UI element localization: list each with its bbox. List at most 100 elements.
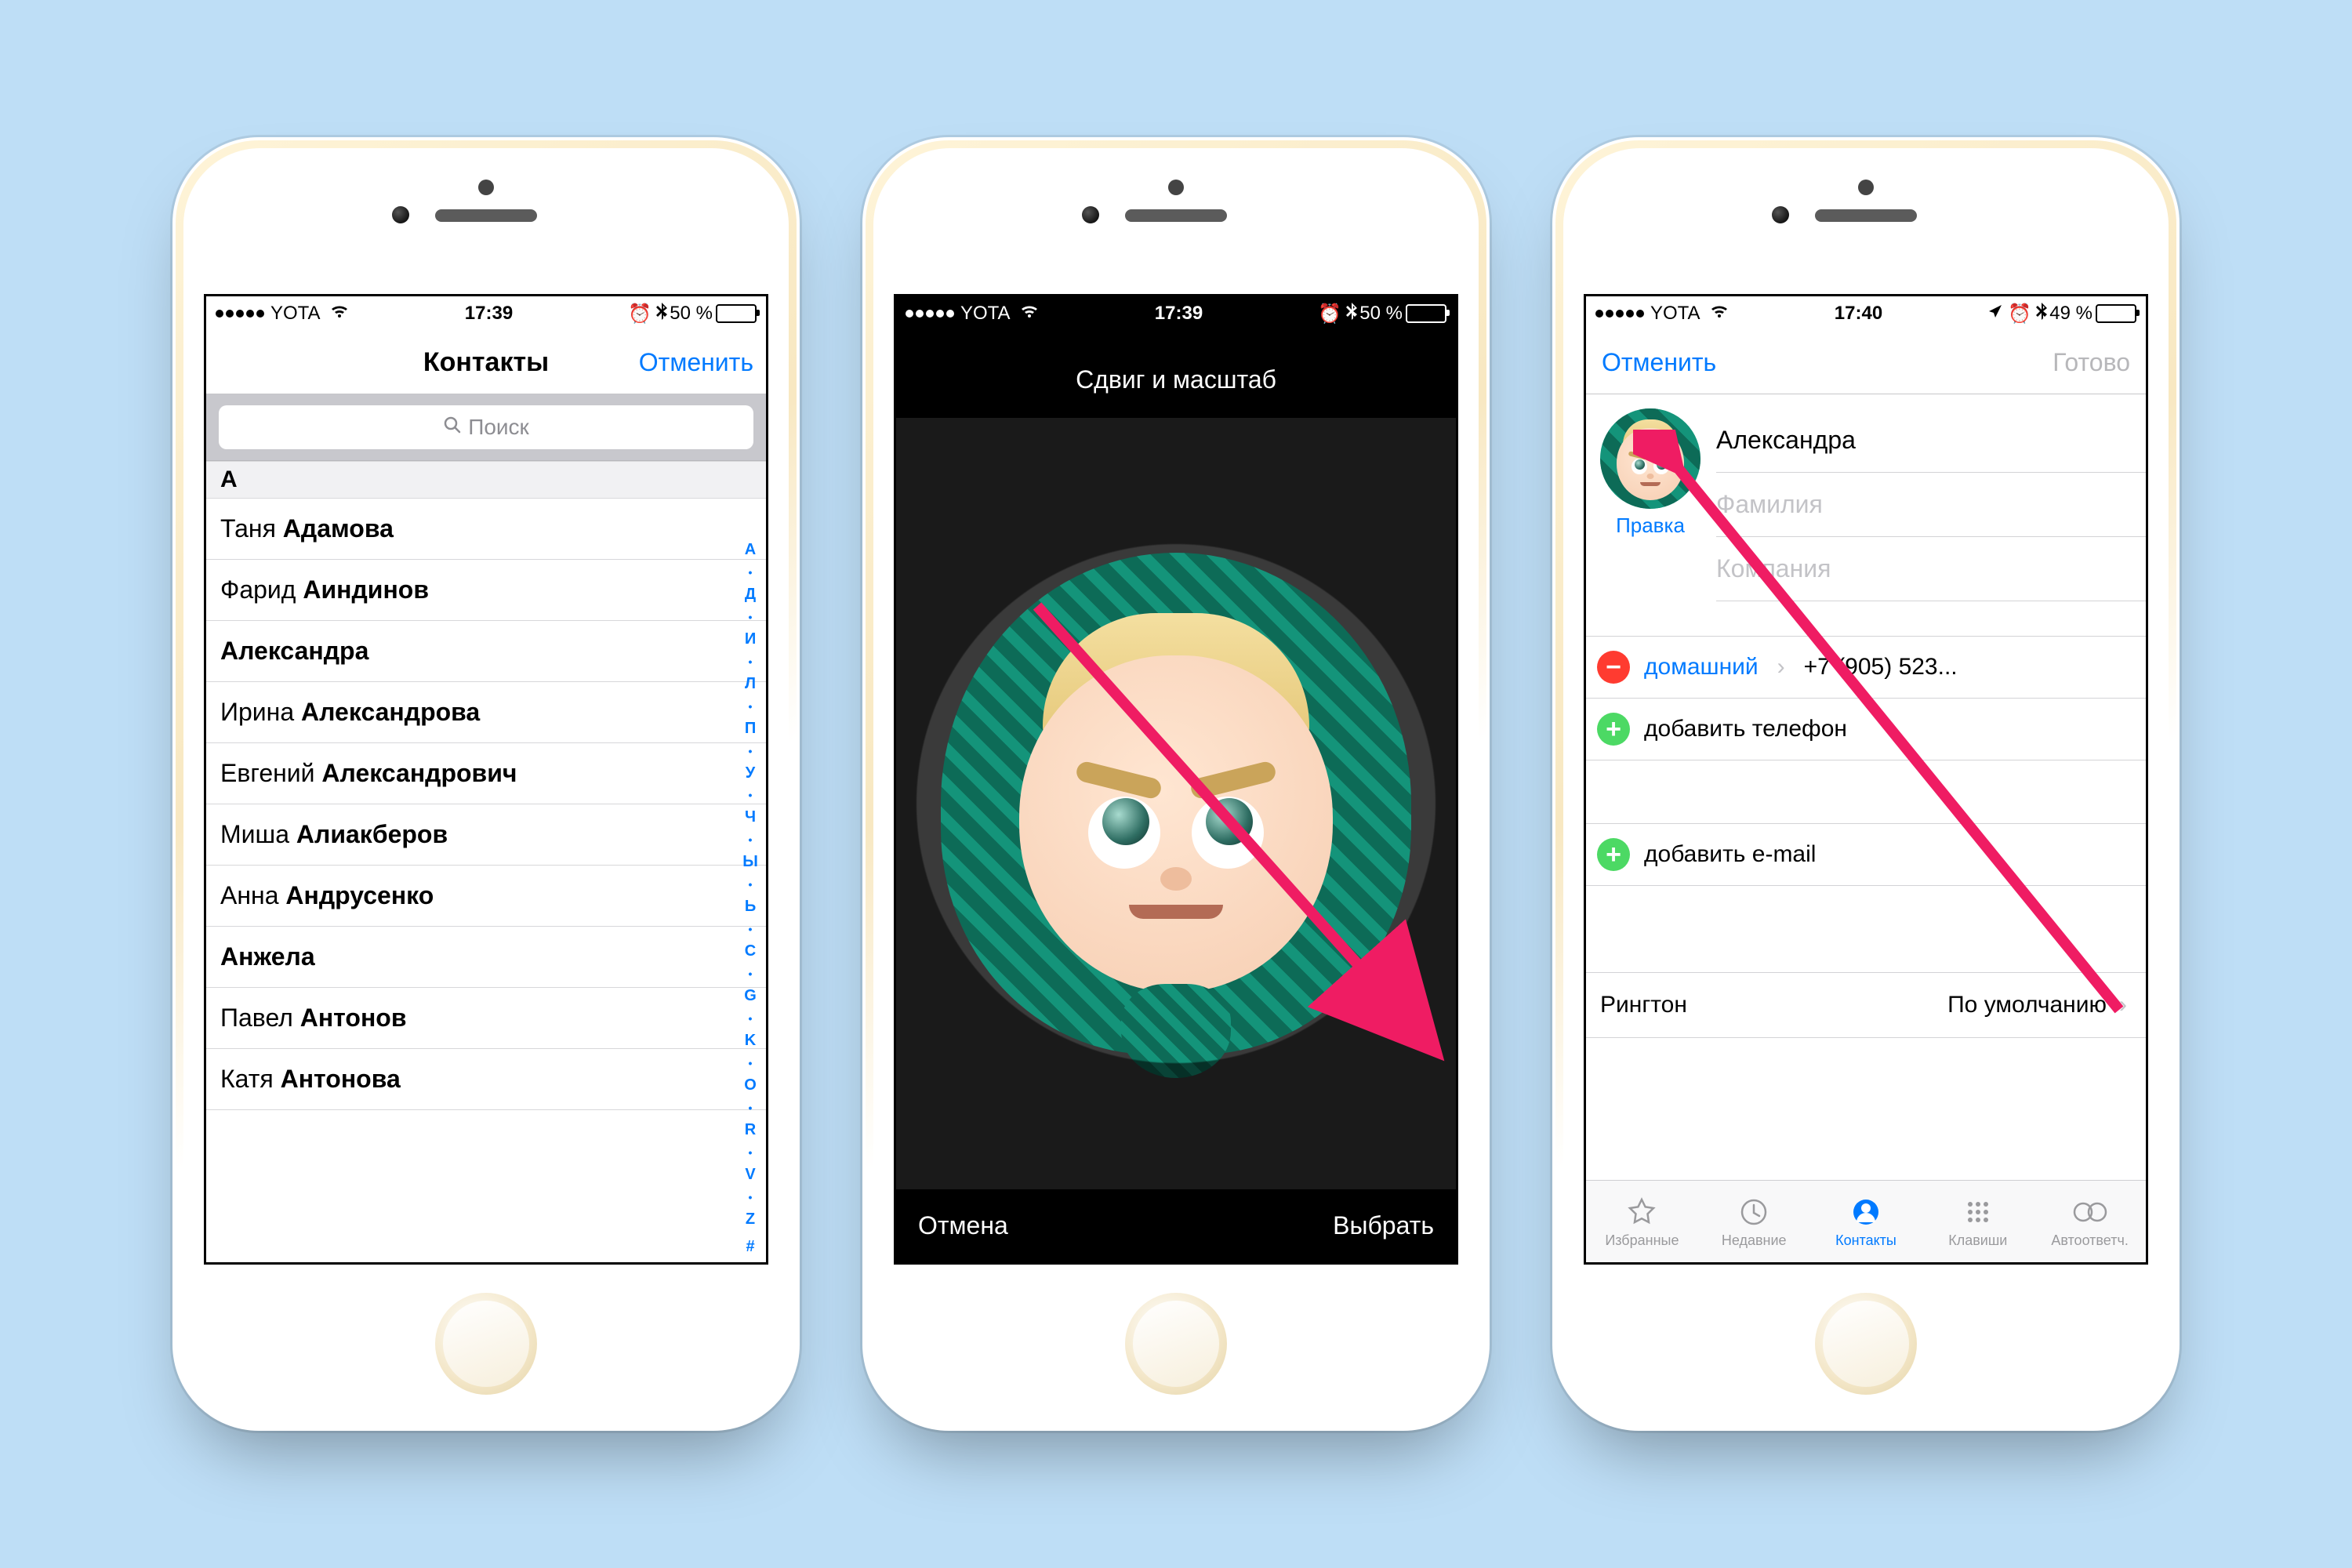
section-header: А xyxy=(206,461,766,499)
choose-button[interactable]: Выбрать xyxy=(1333,1211,1434,1240)
add-email-button[interactable]: + добавить e-mail xyxy=(1586,823,2146,886)
contact-row[interactable]: Павел Антонов xyxy=(206,988,766,1049)
tab-Автоответч.[interactable]: Автоответч. xyxy=(2034,1181,2146,1262)
index-letter[interactable]: • xyxy=(739,791,761,799)
phone-3: YOTA 17:40 ⏰ 49 % Отменить Готово xyxy=(1552,137,2180,1431)
index-letter[interactable]: П xyxy=(739,720,761,738)
tab-bar: Избранные Недавние Контакты Клавиши Автоотве… xyxy=(1586,1180,2146,1262)
last-name-field[interactable]: Фамилия xyxy=(1716,473,2146,537)
status-bar: YOTA 17:39 ⏰ 50 % xyxy=(206,296,766,331)
index-letter[interactable]: Ь xyxy=(739,898,761,916)
index-letter[interactable]: Ч xyxy=(739,808,761,826)
index-letter[interactable]: • xyxy=(739,970,761,978)
screen-edit-contact: YOTA 17:40 ⏰ 49 % Отменить Готово xyxy=(1584,294,2148,1265)
index-letter[interactable]: C xyxy=(739,942,761,960)
wifi-icon xyxy=(1709,303,1730,325)
add-icon: + xyxy=(1597,838,1630,871)
battery-icon xyxy=(716,304,757,323)
status-bar: YOTA 17:39 ⏰ 50 % xyxy=(896,296,1456,331)
index-letter[interactable]: У xyxy=(739,764,761,782)
contact-row[interactable]: Миша Алиакберов xyxy=(206,804,766,866)
tab-label: Контакты xyxy=(1835,1232,1896,1249)
move-scale-title: Сдвиг и масштаб xyxy=(896,331,1456,418)
cancel-button[interactable]: Отмена xyxy=(918,1211,1008,1240)
edit-photo-button[interactable]: Правка xyxy=(1600,514,1700,538)
phone-1: YOTA 17:39 ⏰ 50 % Контакты Отменить Поис xyxy=(172,137,800,1431)
phone-2: YOTA 17:39 ⏰ 50 % Сдвиг и масштаб xyxy=(862,137,1490,1431)
done-button[interactable]: Готово xyxy=(2053,348,2130,377)
index-letter[interactable]: Л xyxy=(739,675,761,693)
contact-row[interactable]: Александра xyxy=(206,621,766,682)
tab-Контакты[interactable]: Контакты xyxy=(1810,1181,1922,1262)
index-letter[interactable]: Ы xyxy=(739,853,761,871)
ringtone-label: Рингтон xyxy=(1600,992,1687,1018)
index-letter[interactable]: И xyxy=(739,630,761,648)
index-letter[interactable]: G xyxy=(739,987,761,1005)
location-icon xyxy=(1987,303,2003,325)
phone-entry[interactable]: − домашний › +7 (905) 523... xyxy=(1586,636,2146,699)
tab-Недавние[interactable]: Недавние xyxy=(1698,1181,1810,1262)
index-letter[interactable]: • xyxy=(739,568,761,576)
index-letter[interactable]: • xyxy=(739,658,761,666)
tab-Клавиши[interactable]: Клавиши xyxy=(1922,1181,2034,1262)
search-icon xyxy=(443,415,462,440)
status-bar: YOTA 17:40 ⏰ 49 % xyxy=(1586,296,2146,331)
tab-label: Автоответч. xyxy=(2051,1232,2128,1249)
index-letter[interactable]: • xyxy=(739,880,761,888)
contact-row[interactable]: Анжела xyxy=(206,927,766,988)
phone-value[interactable]: +7 (905) 523... xyxy=(1804,654,1958,681)
contact-row[interactable]: Катя Антонова xyxy=(206,1049,766,1110)
home-button[interactable] xyxy=(435,1293,537,1395)
first-name-field[interactable]: Александра xyxy=(1716,408,2146,473)
nav-bar: Отменить Готово xyxy=(1586,331,2146,394)
tab-Избранные[interactable]: Избранные xyxy=(1586,1181,1698,1262)
photo-crop-area[interactable] xyxy=(896,418,1456,1189)
wifi-icon xyxy=(329,303,350,325)
contact-row[interactable]: Анна Андрусенко xyxy=(206,866,766,927)
add-phone-button[interactable]: + добавить телефон xyxy=(1586,699,2146,760)
index-letter[interactable]: Z xyxy=(739,1210,761,1229)
index-letter[interactable]: Д xyxy=(739,586,761,604)
tab-label: Избранные xyxy=(1605,1232,1679,1249)
search-input[interactable]: Поиск xyxy=(219,405,753,449)
alarm-icon: ⏰ xyxy=(1318,303,1341,325)
company-field[interactable]: Компания xyxy=(1716,537,2146,601)
battery-icon xyxy=(2096,304,2136,323)
index-letter[interactable]: O xyxy=(739,1076,761,1094)
contact-row[interactable]: Евгений Александрович xyxy=(206,743,766,804)
index-letter[interactable]: • xyxy=(739,1193,761,1201)
contact-row[interactable]: Таня Адамова xyxy=(206,499,766,560)
tab-icon xyxy=(1738,1195,1769,1229)
index-letter[interactable]: R xyxy=(739,1121,761,1139)
index-letter[interactable]: • xyxy=(739,836,761,844)
tab-icon xyxy=(1850,1195,1882,1229)
add-icon: + xyxy=(1597,713,1630,746)
phone-type[interactable]: домашний xyxy=(1644,654,1759,681)
index-letter[interactable]: • xyxy=(739,1014,761,1022)
cancel-button[interactable]: Отменить xyxy=(639,348,753,377)
home-button[interactable] xyxy=(1125,1293,1227,1395)
index-letter[interactable]: # xyxy=(739,1238,761,1256)
index-letter[interactable]: V xyxy=(739,1166,761,1184)
index-letter[interactable]: K xyxy=(739,1032,761,1050)
index-letter[interactable]: • xyxy=(739,747,761,755)
index-letter[interactable]: • xyxy=(739,702,761,710)
delete-icon[interactable]: − xyxy=(1597,651,1630,684)
index-letter[interactable]: А xyxy=(739,541,761,559)
contact-row[interactable]: Ирина Александрова xyxy=(206,682,766,743)
index-letter[interactable]: • xyxy=(739,925,761,933)
index-letter[interactable]: • xyxy=(739,1059,761,1067)
index-letter[interactable]: • xyxy=(739,1104,761,1112)
wifi-icon xyxy=(1019,303,1040,325)
ringtone-row[interactable]: Рингтон По умолчанию › xyxy=(1586,972,2146,1038)
index-letter[interactable]: • xyxy=(739,613,761,621)
index-scrubber[interactable]: А • Д • И • Л • П • У • Ч • Ы • Ь • C • G • K • O • R • V • Z # xyxy=(739,541,761,1256)
battery-pct: 50 % xyxy=(670,303,713,325)
index-letter[interactable]: • xyxy=(739,1149,761,1156)
search-placeholder: Поиск xyxy=(468,415,529,440)
contact-row[interactable]: Фарид Аиндинов xyxy=(206,560,766,621)
tab-icon xyxy=(1962,1195,1994,1229)
avatar[interactable] xyxy=(1600,408,1700,509)
cancel-button[interactable]: Отменить xyxy=(1602,348,1716,377)
home-button[interactable] xyxy=(1815,1293,1917,1395)
